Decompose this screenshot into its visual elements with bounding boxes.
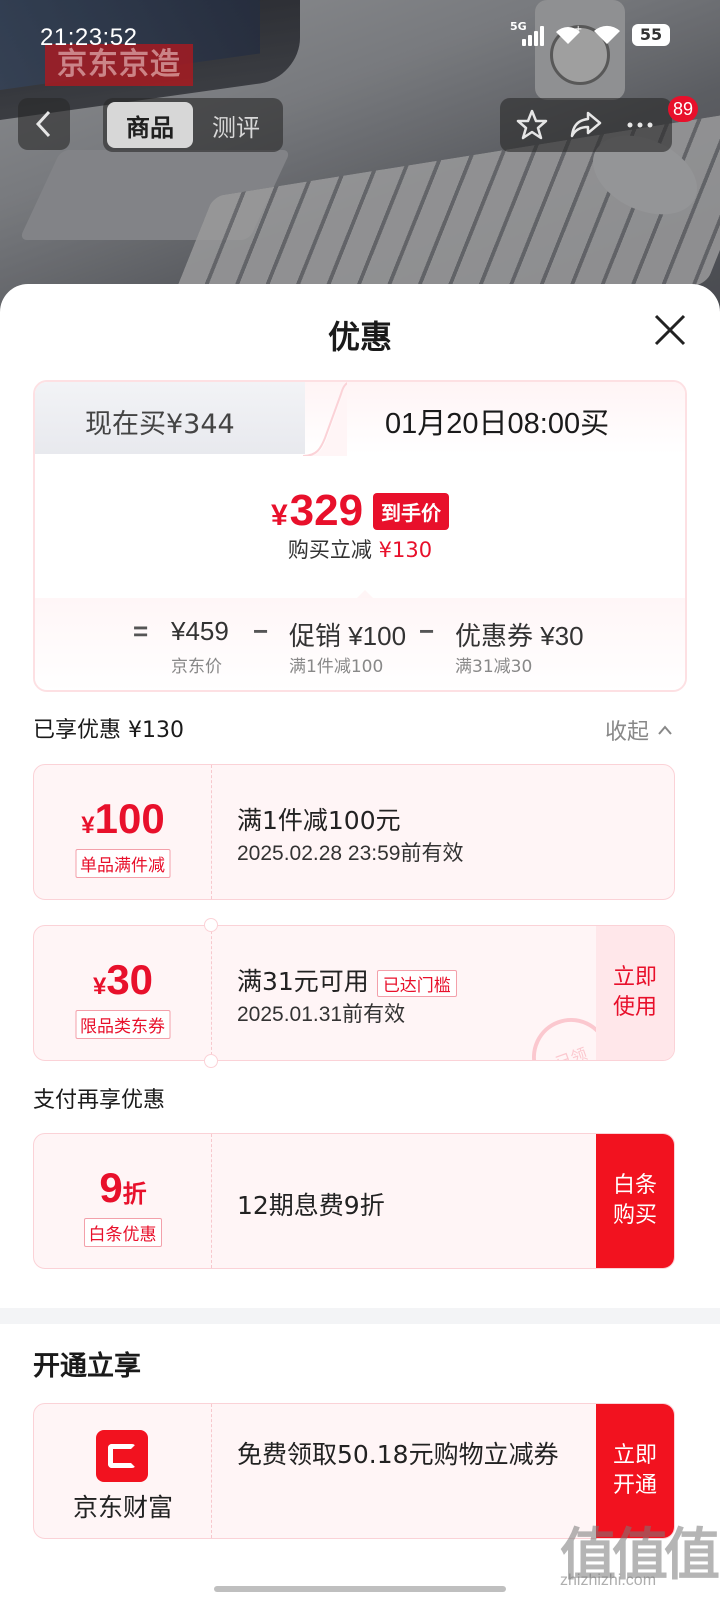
network-type: 5G [510,20,527,33]
discount-type-tag: 白条优惠 [83,1218,162,1247]
tab-buy-later-label: 01月20日08:00买 [385,408,610,440]
baitiao-buy-button[interactable]: 白条购买 [596,1134,674,1268]
pay-section-title: 支付再享优惠 [33,1088,166,1113]
final-price-row: ¥329 到手价 [35,486,685,536]
coupon-title: 满1件减100元 [237,806,401,835]
status-time: 21:23:52 [40,24,138,51]
wifi-icon [594,25,620,44]
minus-sign: − [419,616,435,646]
sheet-title: 优惠 [327,318,392,356]
discount-title: 12期息费9折 [237,1191,385,1220]
discount-value: 9 [99,1164,123,1211]
coupon-notch [204,918,218,932]
cellular-signal-icon: 5G [510,20,544,46]
use-now-button[interactable]: 立即使用 [596,926,674,1060]
coupon-type-tag: 限品类东券 [75,1010,170,1039]
coupon-amount: ¥100 [34,795,212,843]
coupon-amount-value: 30 [106,956,154,1003]
star-icon[interactable] [515,108,549,142]
close-icon[interactable] [650,310,690,350]
tab-buy-now-label: 现在买¥344 [85,409,235,440]
more-icon[interactable] [623,108,657,142]
open-section-title: 开通立享 [33,1351,141,1382]
currency-symbol: ¥ [81,812,95,839]
final-price: ¥329 [271,486,363,536]
enjoyed-header: 已享优惠 ¥130 [33,718,184,743]
tab-slant [297,382,347,456]
coupon-validity: 2025.01.31前有效 [237,1003,406,1026]
base-price: ¥459 [171,616,229,646]
promo-discount-label: 满1件减100 [289,657,384,677]
currency-symbol: ¥ [92,973,107,1000]
reduce-amount: ¥130 [378,538,433,562]
discount-unit: 折 [122,1181,147,1208]
message-badge: 89 [668,96,698,122]
tab-product[interactable]: 商品 [107,102,193,148]
share-icon[interactable] [568,108,604,142]
price-breakdown: = ¥459 京东价 − 促销 ¥100 满1件减100 − 优惠券 ¥30 满… [35,598,685,690]
tab-review[interactable]: 测评 [193,102,279,148]
chevron-left-icon [35,110,51,138]
jd-finance-icon [96,1430,148,1482]
coupon-card: ¥100 单品满件减 满1件减100元 2025.02.28 23:59前有效 [33,764,675,900]
offer-title: 免费领取50.18元购物立减券 [237,1440,559,1469]
chevron-up-icon [658,725,672,735]
price-card: 现在买¥344 01月20日08:00买 ¥329 到手价 购买立减 ¥130 … [33,380,687,692]
baitiao-buy-label: 白条购买 [612,1173,657,1228]
home-indicator[interactable] [214,1586,506,1592]
coupon-discount-label: 满31减30 [455,657,533,677]
coupon-validity: 2025.02.28 23:59前有效 [237,842,464,865]
collapse-label: 收起 [605,720,650,745]
minus-sign: − [253,616,269,646]
reduce-label: 购买立减 [287,538,372,562]
coupon-card: ¥30 限品类东券 满31元可用 已达门槛 2025.01.31前有效 已领 立即… [33,925,675,1061]
reduce-line: 购买立减 ¥130 [35,534,685,564]
status-icons: 5G + 55 [510,20,670,46]
baitiao-card: 9折 白条优惠 12期息费9折 白条购买 [33,1133,675,1269]
base-price-label: 京东价 [171,657,222,677]
wifi-icon: + [556,24,582,44]
use-now-label: 立即使用 [612,965,657,1020]
coupon-type-tag: 单品满件减 [75,849,170,878]
currency-symbol: ¥ [270,499,288,532]
promotion-sheet: 优惠 现在买¥344 01月20日08:00买 ¥329 到手价 购买立减 ¥1… [0,284,720,1600]
nav-actions [500,98,672,152]
coupon-amount-value: 100 [94,795,165,842]
coupon-title: 满31元可用 [237,967,369,996]
svg-text:+: + [574,24,582,35]
brand-block: 京东财富 [34,1404,212,1538]
coupon-value-block: ¥100 单品满件减 [34,765,212,899]
final-price-tag: 到手价 [373,492,450,530]
equals-sign: = [133,616,149,646]
back-button[interactable] [18,98,70,150]
site-watermark-url: zhizhizhi.com [560,1572,657,1589]
final-price-value: 329 [289,486,364,535]
discount-value-block: 9折 白条优惠 [34,1134,212,1268]
battery-icon: 55 [632,24,670,46]
promo-discount: 促销 ¥100 [289,621,407,651]
nav-tabs: 商品 测评 [103,98,283,152]
discount-amount: 9折 [34,1164,212,1212]
coupon-discount: 优惠券 ¥30 [455,621,584,651]
coupon-value-block: ¥30 限品类东券 [34,926,212,1060]
section-divider [0,1308,720,1324]
coupon-notch [204,1054,218,1068]
collapse-button[interactable]: 收起 [605,714,673,746]
brand-name: 京东财富 [72,1493,173,1522]
threshold-chip: 已达门槛 [376,969,457,997]
coupon-amount: ¥30 [34,956,212,1004]
coupon-title-row: 满31元可用 已达门槛 [237,962,457,998]
open-now-label: 立即开通 [612,1443,657,1498]
